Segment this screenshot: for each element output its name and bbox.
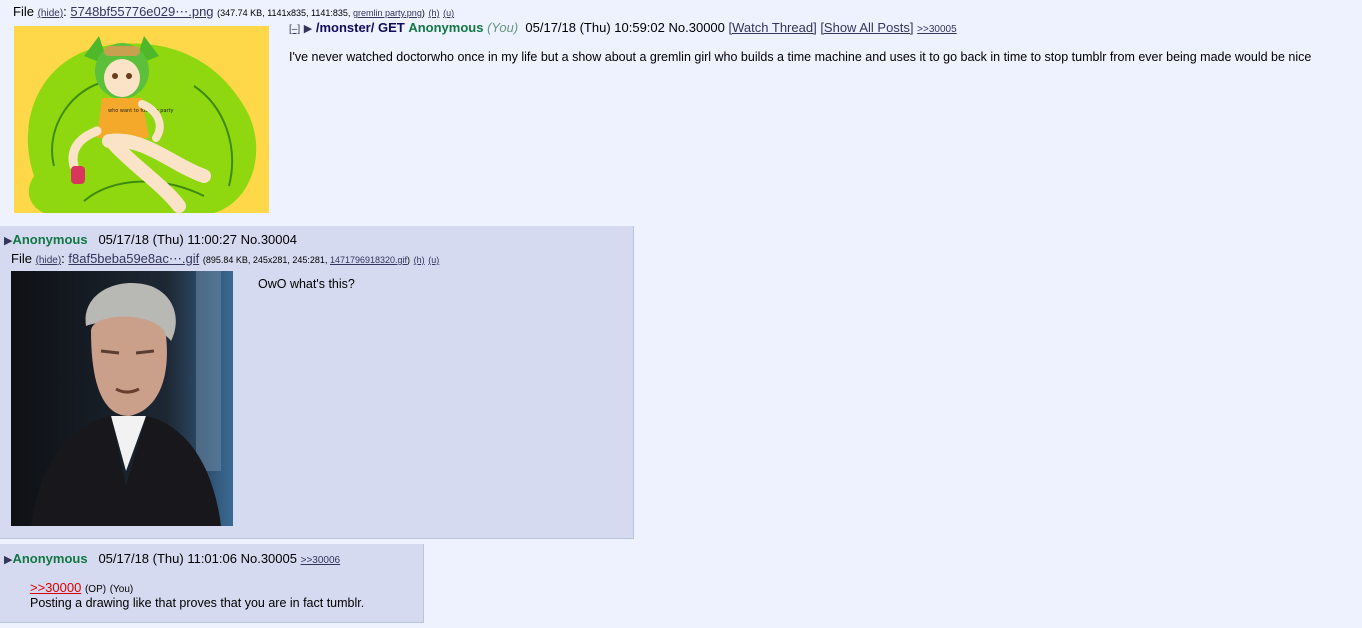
- file-label: File: [11, 251, 32, 266]
- op-u-link[interactable]: (u): [443, 8, 454, 18]
- op-subject: /monster/ GET: [315, 20, 405, 35]
- op-post-header: [–] ▶ /monster/ GET Anonymous (You) 05/1…: [289, 20, 957, 35]
- reply1-file-link[interactable]: f8af5beba59e8ac⋯.gif: [68, 251, 199, 266]
- reply1-h-link[interactable]: (h): [414, 255, 425, 265]
- reply2-post-number[interactable]: No.30005: [241, 551, 297, 566]
- reply2-quote-line: >>30000 (OP) (You): [30, 580, 133, 595]
- op-date: 05/17/18 (Thu) 10:59:02: [525, 20, 665, 35]
- reply2-date: 05/17/18 (Thu) 11:01:06: [98, 551, 237, 566]
- op-file-link[interactable]: 5748bf55776e029⋯.png: [70, 4, 213, 19]
- reply-post-30005: ▶Anonymous 05/17/18 (Thu) 11:01:06 No.30…: [0, 544, 424, 623]
- collapse-toggle[interactable]: [–]: [289, 24, 300, 35]
- op-backlink[interactable]: >>30005: [917, 24, 957, 35]
- file-label: File: [13, 4, 34, 19]
- op-post-body: I've never watched doctorwho once in my …: [289, 50, 1312, 64]
- gremlin-girl-illustration: who want to fucking party: [14, 26, 269, 213]
- post-menu-arrow-icon[interactable]: ▶: [304, 23, 312, 35]
- op-h-link[interactable]: (h): [428, 8, 439, 18]
- reply1-date: 05/17/18 (Thu) 11:00:27: [98, 232, 237, 247]
- op-marker: (OP): [84, 584, 107, 595]
- hide-file-link[interactable]: (hide): [36, 255, 62, 266]
- reply1-post-number[interactable]: No.30004: [241, 232, 297, 247]
- reply2-post-body: Posting a drawing like that proves that …: [30, 596, 365, 610]
- reply2-header: ▶Anonymous 05/17/18 (Thu) 11:01:06 No.30…: [4, 551, 340, 566]
- reply1-u-link[interactable]: (u): [428, 255, 439, 265]
- reply1-header: ▶Anonymous 05/17/18 (Thu) 11:00:27 No.30…: [4, 232, 297, 247]
- reply1-orig-filename-link[interactable]: 1471796918320.gif: [330, 255, 407, 265]
- op-orig-filename-link[interactable]: gremlin party.png: [353, 8, 422, 18]
- op-post-number[interactable]: No.30000: [669, 20, 725, 35]
- watch-thread-link[interactable]: [Watch Thread]: [729, 20, 817, 35]
- you-marker: (You): [109, 584, 134, 595]
- op-thumbnail-image[interactable]: who want to fucking party: [14, 26, 269, 213]
- op-file-info: File (hide): 5748bf55776e029⋯.png (347.7…: [13, 4, 455, 19]
- quote-link-30000[interactable]: >>30000: [30, 580, 81, 595]
- reply-post-30004: ▶Anonymous 05/17/18 (Thu) 11:00:27 No.30…: [0, 226, 634, 539]
- op-file-meta: (347.74 KB, 1141x835, 1141:835, gremlin …: [217, 8, 425, 18]
- reply2-backlink[interactable]: >>30006: [301, 555, 341, 566]
- reply1-file-meta: (895.84 KB, 245x281, 245:281, 1471796918…: [202, 255, 411, 265]
- reply1-post-body: OwO what's this?: [258, 277, 355, 291]
- man-in-suit-photo: [11, 271, 233, 526]
- shirt-text: who want to fucking party: [108, 108, 174, 114]
- reply2-poster-name: Anonymous: [12, 551, 88, 566]
- reply1-thumbnail-image[interactable]: [11, 271, 233, 526]
- reply1-file-info: File (hide): f8af5beba59e8ac⋯.gif (895.8…: [11, 251, 440, 266]
- show-all-posts-link[interactable]: [Show All Posts]: [820, 20, 913, 35]
- reply1-poster-name: Anonymous: [12, 232, 88, 247]
- op-you-mark: (You): [487, 20, 519, 35]
- hide-file-link[interactable]: (hide): [38, 8, 64, 19]
- op-poster-name: Anonymous: [408, 20, 484, 35]
